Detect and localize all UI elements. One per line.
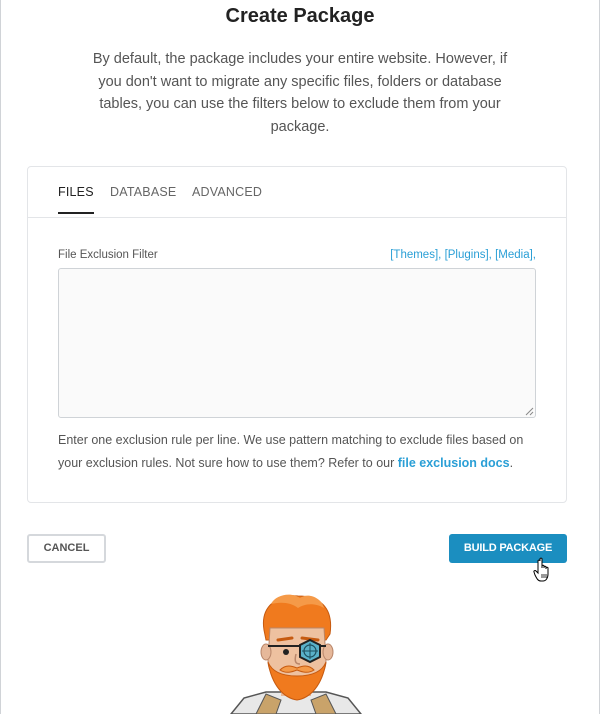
intro-text: By default, the package includes your en… [92, 51, 508, 135]
tab-bar: FILES DATABASE ADVANCED [28, 167, 566, 218]
hand-pointer-icon [533, 557, 549, 582]
cancel-button[interactable]: CANCEL [27, 534, 106, 563]
help-text-end: . [509, 455, 514, 470]
media-link[interactable]: [Media] [495, 249, 533, 261]
resize-grip-icon[interactable] [525, 407, 534, 416]
page-title: Create Package [225, 5, 375, 27]
mascot-illustration [230, 594, 362, 714]
exclusion-help-text: Enter one exclusion rule per line. We us… [58, 429, 543, 474]
tab-advanced[interactable]: ADVANCED [192, 185, 262, 212]
tab-database[interactable]: DATABASE [110, 185, 176, 212]
themes-link[interactable]: [Themes] [390, 249, 438, 261]
file-exclusion-label: File Exclusion Filter [58, 249, 158, 261]
file-exclusion-textarea[interactable] [58, 268, 536, 418]
filter-card: FILES DATABASE ADVANCED File Exclusion F… [27, 166, 567, 503]
link-separator: , [532, 249, 536, 261]
tab-files[interactable]: FILES [58, 185, 94, 214]
link-separator: , [438, 249, 442, 261]
link-separator: , [488, 249, 492, 261]
plugins-link[interactable]: [Plugins] [445, 249, 489, 261]
filter-shortcut-links: [Themes], [Plugins], [Media], [390, 249, 536, 261]
file-exclusion-docs-link[interactable]: file exclusion docs [398, 456, 510, 470]
